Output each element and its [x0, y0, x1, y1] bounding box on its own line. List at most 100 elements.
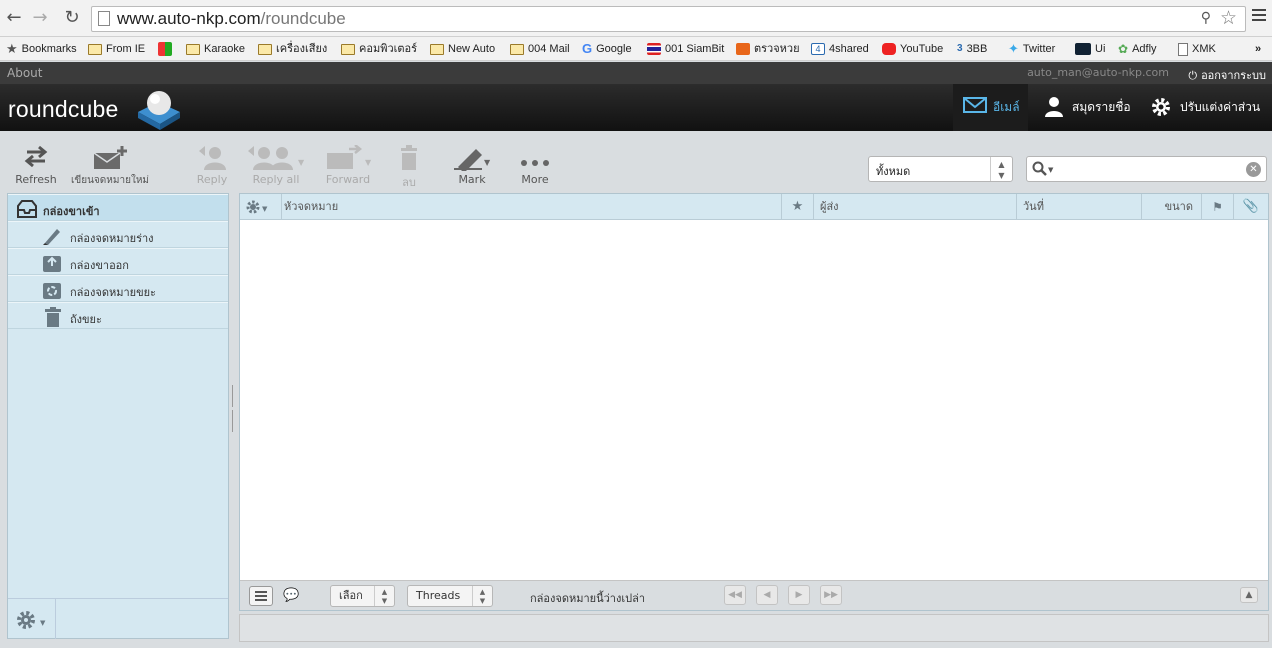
folder-trash[interactable]: ถังขยะ: [8, 302, 228, 329]
flag-icon: ⚑: [1212, 200, 1223, 214]
browser-menu-icon[interactable]: [1252, 9, 1266, 23]
svg-text:▼: ▼: [298, 158, 305, 167]
3bb-icon: 3: [957, 43, 963, 55]
bookmarks-overflow-icon[interactable]: »: [1255, 40, 1261, 58]
search-icon[interactable]: ▼: [1032, 161, 1058, 177]
bookmark-youtube[interactable]: YouTube: [882, 40, 943, 58]
task-contacts[interactable]: สมุดรายชื่อ: [1040, 84, 1138, 131]
bookmark-adfly[interactable]: ✿ Adfly: [1118, 40, 1157, 58]
back-arrow-icon[interactable]: ←: [4, 8, 24, 28]
bookmark-karaoke[interactable]: Karaoke: [186, 40, 245, 58]
task-mail[interactable]: อีเมล์: [953, 84, 1028, 131]
bookmark-twitter[interactable]: ✦ Twitter: [1008, 40, 1055, 58]
bookmark-new-auto[interactable]: New Auto: [430, 40, 495, 58]
delete-button[interactable]: ลบ: [394, 145, 424, 191]
from-column[interactable]: ผู้ส่ง: [814, 194, 1017, 220]
list-options-column[interactable]: ▼: [240, 194, 282, 220]
bookmark-004-mail[interactable]: 004 Mail: [510, 40, 570, 58]
search-input[interactable]: ▼ ✕: [1026, 156, 1267, 182]
bookmark-4shared[interactable]: 4 4shared: [811, 40, 869, 58]
filter-select[interactable]: ทั้งหมด ▲ ▼: [868, 156, 1013, 182]
last-page-button[interactable]: ▶▶: [820, 585, 842, 605]
person-icon: [1045, 97, 1063, 117]
bookmark-audio[interactable]: เครื่องเสียง: [258, 40, 327, 58]
trash-icon: [45, 307, 61, 327]
star-icon: ★: [791, 199, 804, 214]
prev-page-button[interactable]: ◀: [756, 585, 778, 605]
gear-icon: [1152, 98, 1170, 116]
svg-text:▼: ▼: [1048, 166, 1054, 174]
thread-view-icon[interactable]: 💬: [283, 588, 299, 603]
bookmark-colorful-app[interactable]: [158, 40, 176, 58]
select-arrows-icon: ▲ ▼: [374, 586, 394, 606]
bookmark-from-ie[interactable]: From IE: [88, 40, 145, 58]
page-icon: [1178, 42, 1188, 56]
bookmark-lottery[interactable]: ตรวจหวย: [736, 40, 800, 58]
list-view-icon[interactable]: [249, 586, 273, 606]
bookmark-google[interactable]: G Google: [582, 40, 632, 58]
subject-column[interactable]: หัวจดหมาย: [282, 194, 782, 220]
folder-inbox[interactable]: กล่องขาเข้า: [8, 194, 228, 221]
search-reset-icon[interactable]: ✕: [1246, 162, 1261, 177]
flag-star-column[interactable]: ★: [782, 194, 814, 220]
url-input[interactable]: www.auto-nkp.com/roundcube ⚲ ☆: [91, 6, 1246, 32]
reply-all-button[interactable]: ▼ Reply all: [244, 145, 308, 186]
date-column[interactable]: วันที่: [1017, 194, 1142, 220]
folder-drafts[interactable]: กล่องจดหมายร่าง: [8, 221, 228, 248]
roundcube-logo-icon: [138, 91, 180, 130]
svg-text:▼: ▼: [262, 205, 268, 213]
folder-list-footer: ▼: [8, 598, 228, 639]
next-page-button[interactable]: ▶: [788, 585, 810, 605]
compose-envelope-icon: [93, 146, 127, 169]
select-arrows-icon: ▲ ▼: [990, 157, 1012, 181]
youtube-icon: [882, 43, 896, 56]
user-email: auto_man@auto-nkp.com: [1027, 66, 1169, 79]
select-menu-button[interactable]: เลือก ▲ ▼: [330, 585, 395, 607]
reply-button[interactable]: Reply: [190, 145, 234, 186]
folder-icon: [430, 43, 444, 55]
list-options-gear-icon: ▼: [246, 200, 268, 214]
folder-options-gear-icon[interactable]: ▼: [16, 610, 52, 630]
more-button[interactable]: More: [515, 145, 555, 186]
logout-button[interactable]: ⏻ ออกจากระบบ: [1188, 66, 1266, 84]
bookmark-xmk[interactable]: XMK: [1178, 40, 1216, 58]
marker-icon: ▼: [454, 149, 491, 173]
4shared-icon: 4: [811, 43, 825, 56]
star-icon: ★: [6, 41, 18, 57]
folder-icon: [341, 43, 355, 55]
toggle-preview-icon[interactable]: ▲: [1240, 587, 1258, 603]
forward-button[interactable]: ▼ Forward: [320, 144, 376, 186]
colorful-app-icon: [158, 42, 172, 57]
folder-icon: [186, 43, 200, 55]
bookmark-star-icon[interactable]: ☆: [1220, 7, 1237, 29]
message-count: กล่องจดหมายนี้ว่างเปล่า: [530, 592, 645, 605]
about-link[interactable]: About: [7, 66, 42, 80]
size-column[interactable]: ขนาด: [1142, 194, 1202, 220]
bookmark-ui[interactable]: Ui: [1075, 40, 1105, 58]
reload-icon[interactable]: ↻: [62, 8, 82, 28]
reply-icon: [199, 146, 226, 170]
bookmark-siambit[interactable]: 001 SiamBit: [647, 40, 724, 58]
message-list-header: ▼ หัวจดหมาย ★ ผู้ส่ง วันที่ ขนาด ⚑ 📎: [240, 194, 1268, 220]
logo[interactable]: roundcube: [8, 96, 119, 123]
mark-button[interactable]: ▼ Mark: [450, 145, 494, 186]
junk-icon: [43, 283, 61, 299]
flag-column[interactable]: ⚑: [1202, 194, 1234, 220]
key-icon[interactable]: ⚲: [1201, 10, 1211, 26]
task-settings[interactable]: ปรับแต่งค่าส่วนตัว: [1148, 84, 1272, 161]
forward-arrow-icon[interactable]: →: [30, 8, 50, 28]
folder-icon: [258, 43, 272, 55]
bookmark-bookmarks[interactable]: ★ Bookmarks: [6, 40, 77, 58]
threads-menu-button[interactable]: Threads ▲ ▼: [407, 585, 493, 607]
bookmark-computer[interactable]: คอมพิวเตอร์: [341, 40, 417, 58]
adfly-icon: ✿: [1118, 42, 1129, 57]
folder-sent[interactable]: กล่องขาออก: [8, 248, 228, 275]
panel-splitter[interactable]: [232, 385, 237, 432]
folder-junk[interactable]: กล่องจดหมายขยะ: [8, 275, 228, 302]
compose-button[interactable]: เขียนจดหมายใหม่: [70, 145, 150, 188]
first-page-button[interactable]: ◀◀: [724, 585, 746, 605]
bookmark-3bb[interactable]: 3 3BB: [957, 40, 987, 58]
google-icon: G: [582, 41, 593, 57]
attachment-column[interactable]: 📎: [1234, 194, 1268, 220]
refresh-button[interactable]: Refresh: [12, 145, 60, 186]
